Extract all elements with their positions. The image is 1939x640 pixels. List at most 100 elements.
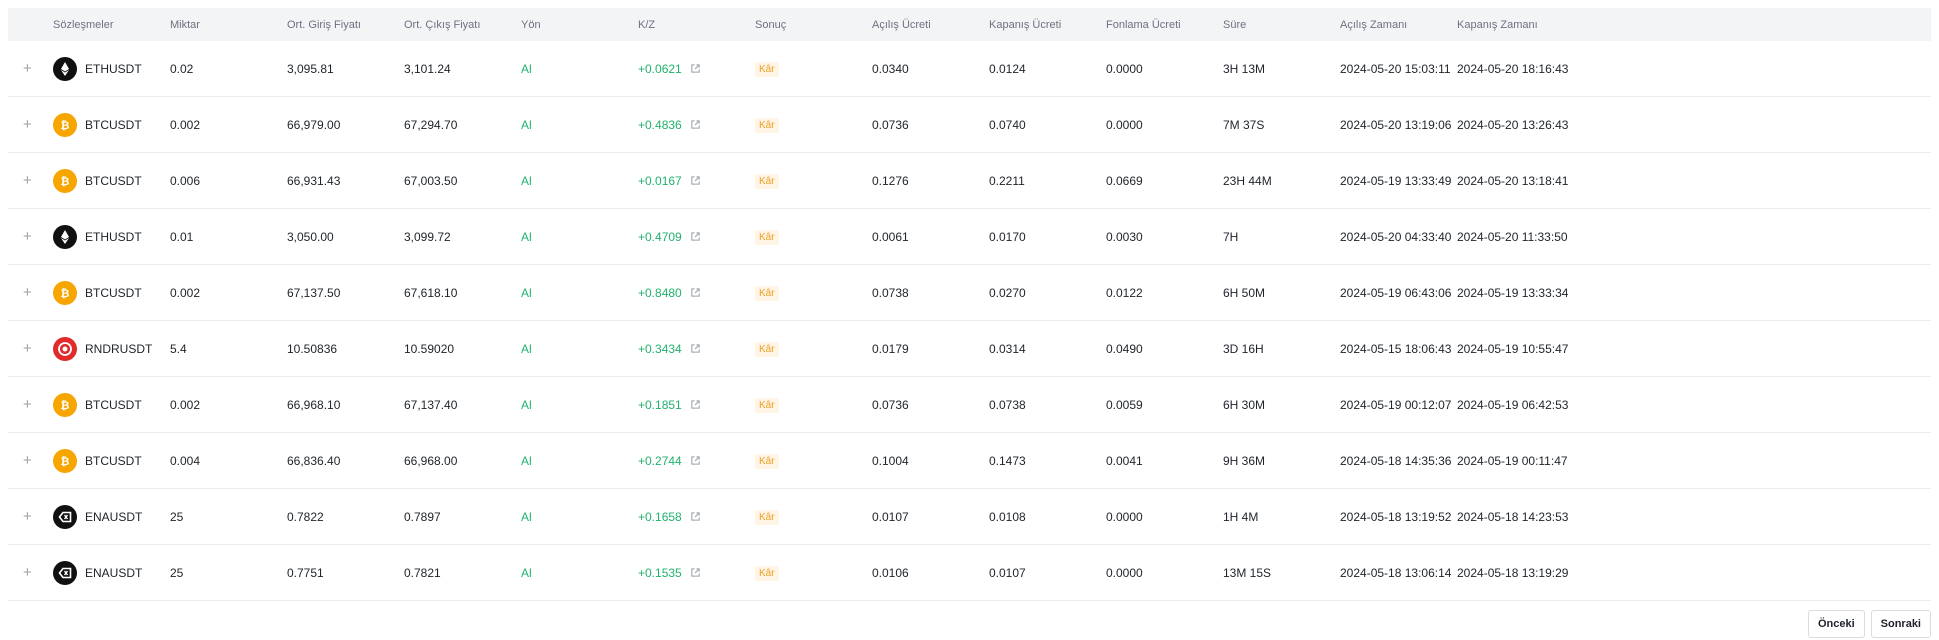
quantity-cell: 0.006 (170, 152, 287, 209)
contract-name: ETHUSDT (85, 229, 142, 244)
expand-row-icon[interactable]: + (8, 564, 32, 581)
expand-cell: + (8, 488, 53, 545)
contract: ETHUSDT (53, 56, 170, 81)
column-header-funding-fee: Fonlama Ücreti (1106, 8, 1223, 41)
side-cell: Al (521, 488, 638, 545)
close-fee-cell: 0.0170 (989, 208, 1106, 265)
expand-row-icon[interactable]: + (8, 116, 32, 133)
expand-row-icon[interactable]: + (8, 228, 32, 245)
result-badge: Kâr (755, 61, 779, 77)
pnl: +0.1658 (638, 510, 701, 524)
contract: ETHUSDT (53, 224, 170, 249)
close-time-cell: 2024-05-19 13:33:34 (1457, 264, 1931, 321)
contract: ₿ BTCUSDT (53, 280, 170, 305)
external-link-icon[interactable] (690, 119, 701, 130)
external-link-icon[interactable] (690, 175, 701, 186)
avg-entry-price-cell: 0.7822 (287, 488, 404, 545)
pnl: +0.1851 (638, 398, 701, 412)
expand-cell: + (8, 41, 53, 97)
external-link-icon[interactable] (690, 231, 701, 242)
pnl: +0.2744 (638, 454, 701, 468)
open-fee-cell: 0.0736 (872, 376, 989, 433)
pnl-value: +0.1658 (638, 509, 682, 524)
expand-row-icon[interactable]: + (8, 340, 32, 357)
close-time-cell: 2024-05-18 14:23:53 (1457, 488, 1931, 545)
close-fee-cell: 0.0314 (989, 320, 1106, 377)
expand-row-icon[interactable]: + (8, 172, 32, 189)
external-link-icon[interactable] (690, 511, 701, 522)
pnl-value: +0.0621 (638, 61, 682, 76)
pnl: +0.4709 (638, 230, 701, 244)
expand-cell: + (8, 544, 53, 601)
table-row: + ENAUSDT 25 0.7751 0.7821 Al +0.1535 Kâr 0.0106… (8, 544, 1931, 601)
external-link-icon[interactable] (690, 287, 701, 298)
external-link-icon[interactable] (690, 567, 701, 578)
pnl-cell: +0.0621 (638, 41, 755, 97)
pnl-cell: +0.0167 (638, 152, 755, 209)
close-time-cell: 2024-05-20 13:26:43 (1457, 96, 1931, 153)
duration-cell: 23H 44M (1223, 152, 1340, 209)
avg-exit-price-cell: 67,003.50 (404, 152, 521, 209)
column-header-open-fee: Açılış Ücreti (872, 8, 989, 41)
external-link-icon[interactable] (690, 455, 701, 466)
header-row: Sözleşmeler Miktar Ort. Giriş Fiyatı Ort. Ç… (8, 8, 1931, 41)
pnl: +0.1535 (638, 566, 701, 580)
pnl: +0.3434 (638, 342, 701, 356)
pnl-cell: +0.1658 (638, 488, 755, 545)
pnl-value: +0.4709 (638, 229, 682, 244)
close-fee-cell: 0.0740 (989, 96, 1106, 153)
avg-entry-price-cell: 3,050.00 (287, 208, 404, 265)
ena-icon (53, 504, 77, 529)
result-cell: Kâr (755, 41, 872, 97)
duration-cell: 3H 13M (1223, 41, 1340, 97)
next-page-button[interactable]: Sonraki (1870, 610, 1931, 638)
expand-row-icon[interactable]: + (8, 284, 32, 301)
table-row: + ETHUSDT 0.01 3,050.00 3,099.72 Al +0.4709 Kâr… (8, 208, 1931, 265)
close-time-cell: 2024-05-20 13:18:41 (1457, 152, 1931, 209)
contract: ₿ BTCUSDT (53, 448, 170, 473)
external-link-icon[interactable] (690, 343, 701, 354)
column-header-duration: Süre (1223, 8, 1340, 41)
btc-icon: ₿ (53, 448, 77, 473)
pnl-value: +0.1535 (638, 565, 682, 580)
expand-row-icon[interactable]: + (8, 60, 32, 77)
pnl-cell: +0.4836 (638, 96, 755, 153)
pnl-cell: +0.8480 (638, 264, 755, 321)
duration-cell: 3D 16H (1223, 320, 1340, 377)
open-time-cell: 2024-05-18 13:19:52 (1340, 488, 1457, 545)
avg-entry-price-cell: 10.50836 (287, 320, 404, 377)
expand-row-icon[interactable]: + (8, 396, 32, 413)
pnl: +0.0167 (638, 174, 701, 188)
expand-row-icon[interactable]: + (8, 508, 32, 525)
funding-fee-cell: 0.0041 (1106, 432, 1223, 489)
duration-cell: 9H 36M (1223, 432, 1340, 489)
expand-cell: + (8, 208, 53, 265)
funding-fee-cell: 0.0122 (1106, 264, 1223, 321)
result-cell: Kâr (755, 376, 872, 433)
duration-cell: 13M 15S (1223, 544, 1340, 601)
pagination: Önceki Sonraki (1807, 610, 1931, 638)
contract-cell: ETHUSDT (53, 41, 170, 97)
avg-entry-price-cell: 66,979.00 (287, 96, 404, 153)
quantity-cell: 0.02 (170, 41, 287, 97)
expand-row-icon[interactable]: + (8, 452, 32, 469)
open-fee-cell: 0.0738 (872, 264, 989, 321)
contract-cell: ENAUSDT (53, 544, 170, 601)
pnl-value: +0.0167 (638, 173, 682, 188)
table-row: + RNDRUSDT 5.4 10.50836 10.59020 Al +0.3434 Kâr… (8, 320, 1931, 377)
contract-cell: ₿ BTCUSDT (53, 376, 170, 433)
contract-name: ETHUSDT (85, 61, 142, 76)
column-header-pnl: K/Z (638, 8, 755, 41)
side-cell: Al (521, 264, 638, 321)
side-cell: Al (521, 41, 638, 97)
close-fee-cell: 0.0270 (989, 264, 1106, 321)
expand-cell: + (8, 320, 53, 377)
external-link-icon[interactable] (690, 63, 701, 74)
funding-fee-cell: 0.0000 (1106, 544, 1223, 601)
pnl-cell: +0.3434 (638, 320, 755, 377)
external-link-icon[interactable] (690, 399, 701, 410)
previous-page-button[interactable]: Önceki (1807, 610, 1865, 638)
result-cell: Kâr (755, 152, 872, 209)
column-header-open-time: Açılış Zamanı (1340, 8, 1457, 41)
eth-icon (53, 224, 77, 249)
